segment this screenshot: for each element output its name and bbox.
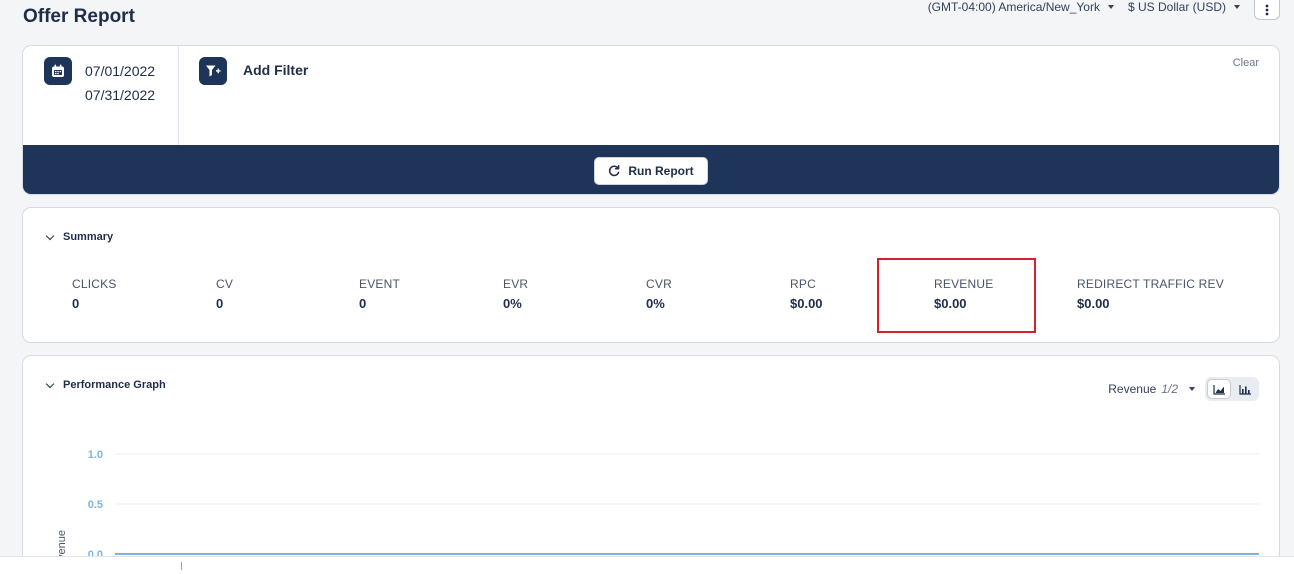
summary-toggle[interactable]: Summary (45, 231, 114, 243)
metric-rpc: RPC $0.00 (790, 277, 823, 311)
metric-label: CV (216, 277, 234, 291)
date-range-picker[interactable]: 07/01/2022 07/31/2022 (23, 46, 179, 145)
refresh-icon (609, 164, 620, 176)
metric-label: RPC (790, 277, 816, 291)
timezone-value: (GMT-04:00) America/New_York (927, 0, 1100, 14)
metric-cvr: CVR 0% (646, 277, 672, 311)
metric-clicks: CLICKS 0 (72, 277, 117, 311)
currency-select[interactable]: $ US Dollar (USD) (1128, 0, 1240, 14)
metric-value: 0 (359, 296, 367, 311)
summary-title: Summary (63, 231, 114, 243)
caret-down-icon (1234, 5, 1240, 9)
metric-evr: EVR 0% (503, 277, 528, 311)
add-filter-button[interactable] (199, 57, 227, 85)
metric-value: $0.00 (790, 296, 823, 311)
summary-card: Summary CLICKS 0 CV 0 EVENT 0 EVR 0% CVR… (22, 207, 1280, 343)
y-tick-label: 1.0 (88, 449, 103, 461)
metric-label: CLICKS (72, 277, 117, 291)
metric-event: EVENT 0 (359, 277, 400, 311)
metric-redirect-traffic-rev: REDIRECT TRAFFIC REV $0.00 (1077, 277, 1224, 311)
metric-value: 0% (646, 296, 665, 311)
metric-value: $0.00 (1077, 296, 1110, 311)
date-start: 07/01/2022 (85, 63, 156, 79)
metric-value: 0% (503, 296, 522, 311)
timezone-select[interactable]: (GMT-04:00) America/New_York (928, 0, 1114, 14)
metric-label: EVR (503, 277, 529, 291)
chevron-down-icon (45, 231, 55, 240)
currency-value: $ US Dollar (USD) (1127, 0, 1226, 14)
run-report-bar: Run Report (23, 145, 1279, 194)
top-controls: (GMT-04:00) America/New_York $ US Dollar… (928, 0, 1280, 20)
filter-card: 07/01/2022 07/31/2022 Add Filter Clear R… (22, 45, 1280, 195)
metric-label: CVR (646, 277, 672, 291)
run-report-button[interactable]: Run Report (594, 156, 708, 185)
y-tick-label: 0.5 (88, 499, 103, 511)
clear-link[interactable]: Clear (1233, 57, 1259, 69)
footer-bar (0, 556, 1294, 574)
more-options-button[interactable] (1254, 0, 1280, 20)
metric-value: 0 (216, 296, 224, 311)
kebab-vertical-icon (1265, 4, 1269, 15)
calendar-icon (44, 57, 72, 85)
caret-down-icon (1107, 5, 1114, 9)
metric-value: 0 (72, 296, 80, 311)
revenue-highlight-box (877, 258, 1036, 333)
metric-cv: CV 0 (216, 277, 233, 311)
filter-plus-icon (206, 65, 221, 77)
metric-label: REDIRECT TRAFFIC REV (1077, 277, 1224, 291)
performance-chart: 1.00.50.0 Revenue (56, 449, 1259, 574)
run-report-label: Run Report (628, 163, 694, 178)
performance-graph-card: Performance Graph Revenue 1/2 1.0 0.5 0.… (22, 355, 1280, 574)
add-filter-label[interactable]: Add Filter (243, 62, 308, 78)
page: Offer Report (GMT-04:00) America/New_Yor… (0, 0, 1294, 574)
page-title: Offer Report (23, 6, 135, 27)
date-range-text: 07/01/2022 07/31/2022 (85, 59, 155, 107)
footer-divider (181, 562, 182, 570)
metric-label: EVENT (359, 277, 401, 291)
date-end: 07/31/2022 (85, 87, 156, 103)
